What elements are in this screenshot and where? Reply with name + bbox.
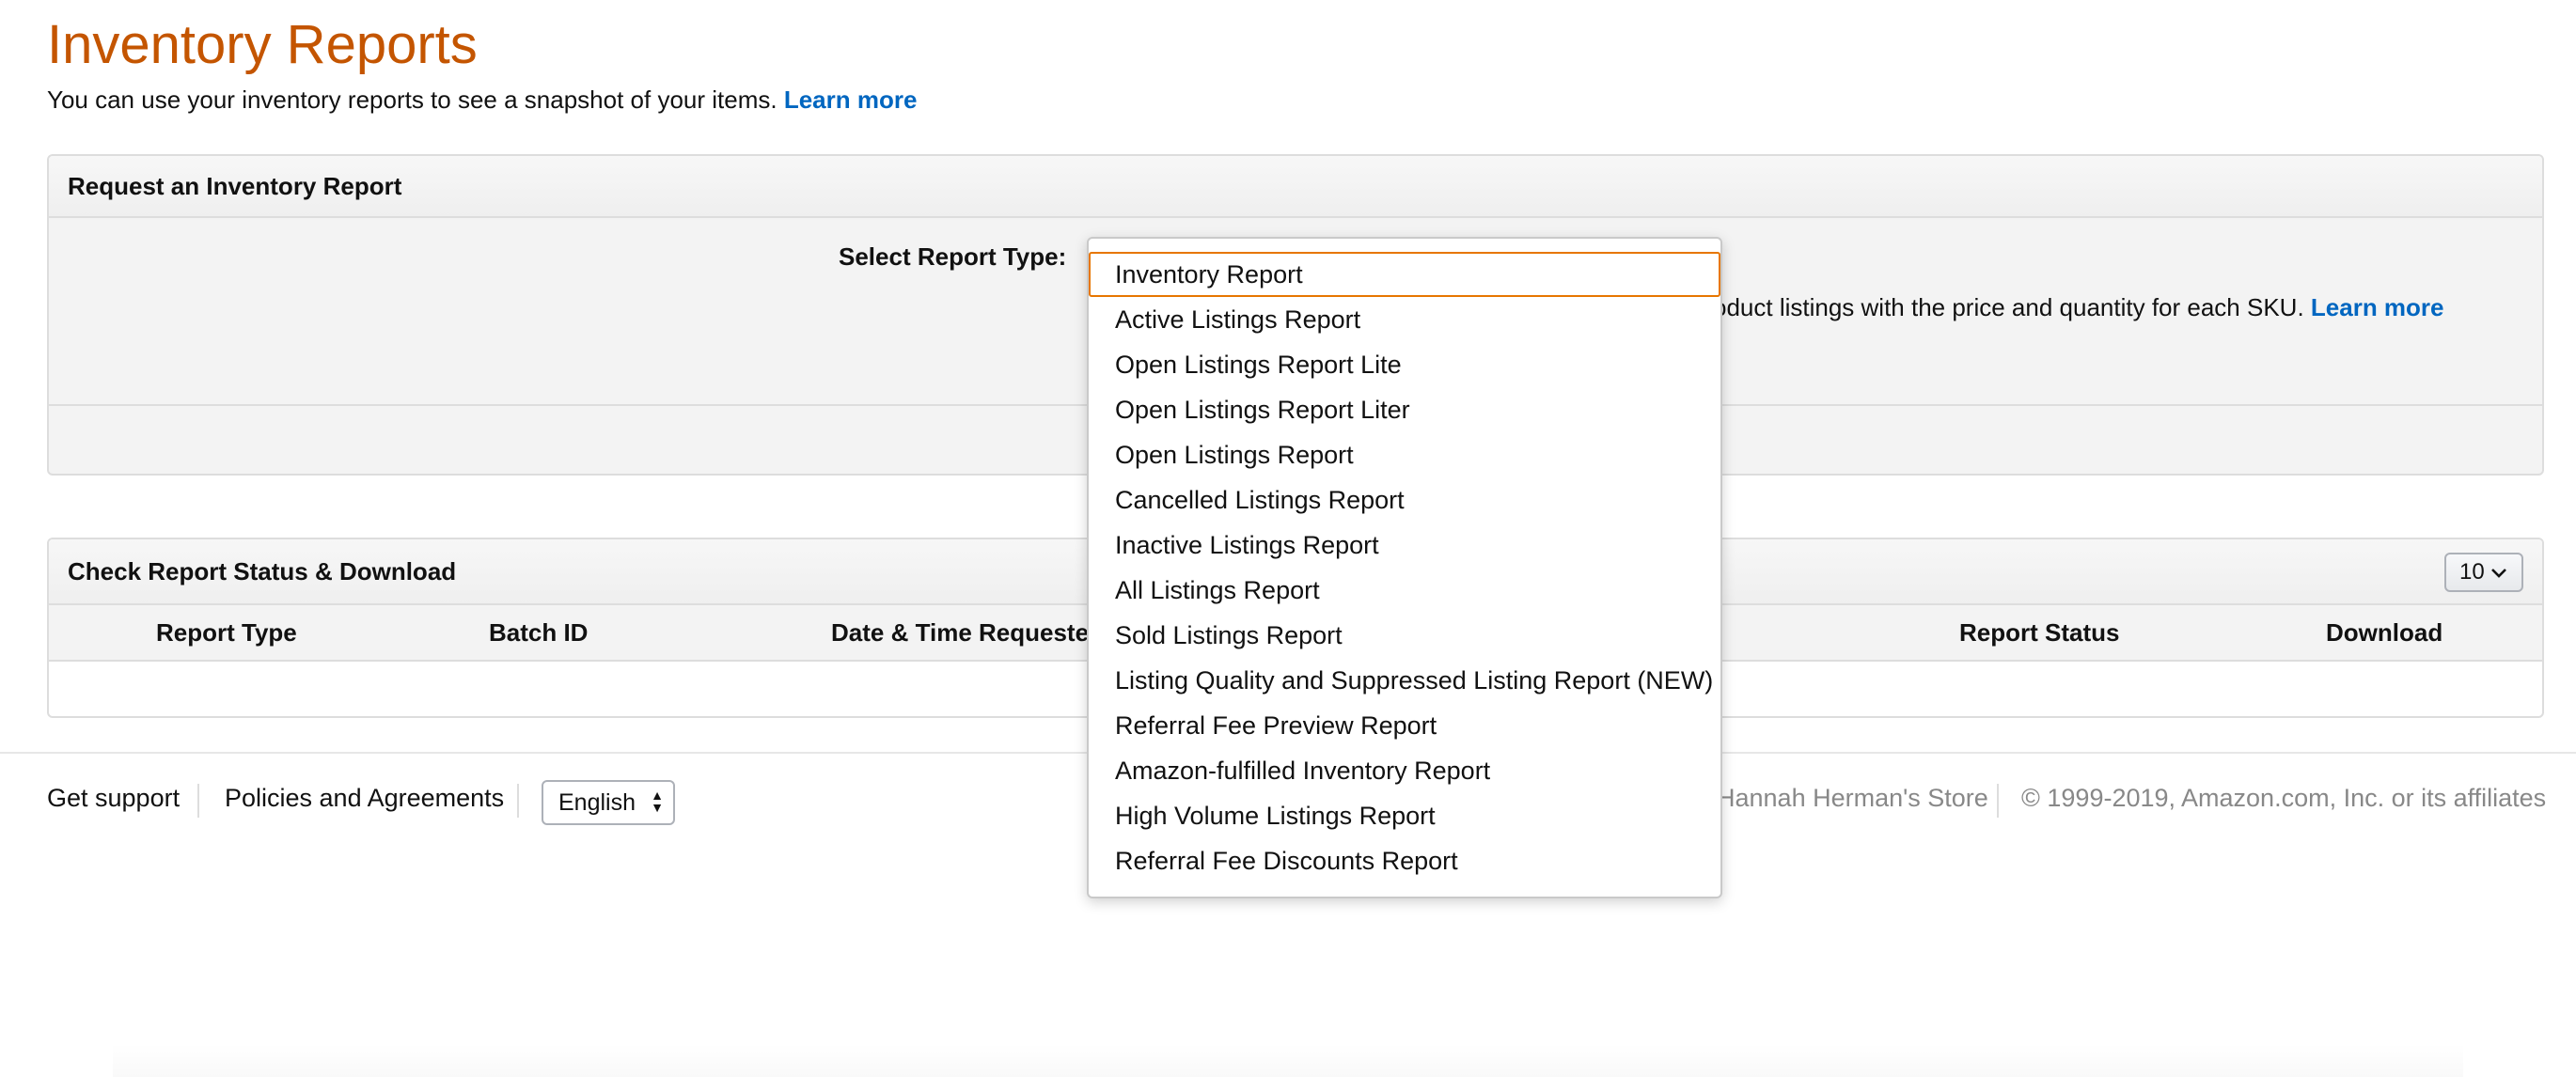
report-description-text: oduct listings with the price and quanti… bbox=[1713, 293, 2304, 321]
report-type-option[interactable]: Active Listings Report bbox=[1089, 297, 1720, 342]
bottom-shadow bbox=[113, 1043, 2463, 1077]
status-panel-title: Check Report Status & Download bbox=[68, 556, 457, 585]
page-size-value: 10 bbox=[2459, 559, 2485, 585]
learn-more-link[interactable]: Learn more bbox=[784, 86, 918, 114]
report-type-dropdown[interactable]: Inventory Report Active Listings Report … bbox=[1087, 237, 1722, 898]
footer-separator bbox=[197, 784, 199, 818]
report-type-option[interactable]: Sold Listings Report bbox=[1089, 613, 1720, 658]
request-panel-title: Request an Inventory Report bbox=[49, 156, 2542, 218]
report-type-option[interactable]: Referral Fee Discounts Report bbox=[1089, 838, 1720, 883]
report-description: oduct listings with the price and quanti… bbox=[1713, 293, 2444, 322]
footer-separator bbox=[517, 784, 519, 818]
column-batch-id[interactable]: Batch ID bbox=[489, 618, 588, 648]
select-report-type-label: Select Report Type: bbox=[839, 242, 1067, 271]
report-type-option[interactable]: Referral Fee Preview Report bbox=[1089, 703, 1720, 748]
page-subtitle: You can use your inventory reports to se… bbox=[47, 83, 917, 117]
language-select[interactable]: English ▲ ▼ bbox=[542, 780, 675, 825]
report-type-option[interactable]: Open Listings Report Lite bbox=[1089, 342, 1720, 387]
store-name: Hannah Herman's Store bbox=[1717, 784, 1988, 812]
column-report-status[interactable]: Report Status bbox=[1959, 618, 2119, 648]
column-date-time-requested[interactable]: Date & Time Requested bbox=[831, 618, 1104, 648]
report-type-option[interactable]: Inactive Listings Report bbox=[1089, 523, 1720, 568]
report-type-option[interactable]: Inventory Report bbox=[1089, 252, 1720, 297]
report-type-option[interactable]: Open Listings Report bbox=[1089, 432, 1720, 477]
language-value: English bbox=[558, 788, 636, 816]
report-type-option[interactable]: Cancelled Listings Report bbox=[1089, 477, 1720, 523]
page-size-select[interactable]: 10 bbox=[2444, 553, 2523, 592]
report-type-option[interactable]: Open Listings Report Liter bbox=[1089, 387, 1720, 432]
copyright-text: © 1999-2019, Amazon.com, Inc. or its aff… bbox=[2021, 784, 2547, 812]
report-type-option[interactable]: Listing Quality and Suppressed Listing R… bbox=[1089, 658, 1720, 703]
column-download[interactable]: Download bbox=[2326, 618, 2442, 648]
policies-link[interactable]: Policies and Agreements bbox=[225, 784, 504, 813]
report-type-option[interactable]: All Listings Report bbox=[1089, 568, 1720, 613]
column-report-type[interactable]: Report Type bbox=[156, 618, 297, 648]
report-type-option[interactable]: Amazon-fulfilled Inventory Report bbox=[1089, 748, 1720, 793]
report-type-option[interactable]: High Volume Listings Report bbox=[1089, 793, 1720, 838]
subtitle-text: You can use your inventory reports to se… bbox=[47, 86, 778, 114]
chevron-down-icon bbox=[2490, 560, 2507, 585]
footer-separator bbox=[1997, 784, 1999, 818]
report-learn-more-link[interactable]: Learn more bbox=[2311, 293, 2444, 321]
page-title: Inventory Reports bbox=[47, 14, 478, 75]
get-support-link[interactable]: Get support bbox=[47, 784, 180, 813]
select-arrows-icon: ▲ ▼ bbox=[651, 788, 664, 815]
